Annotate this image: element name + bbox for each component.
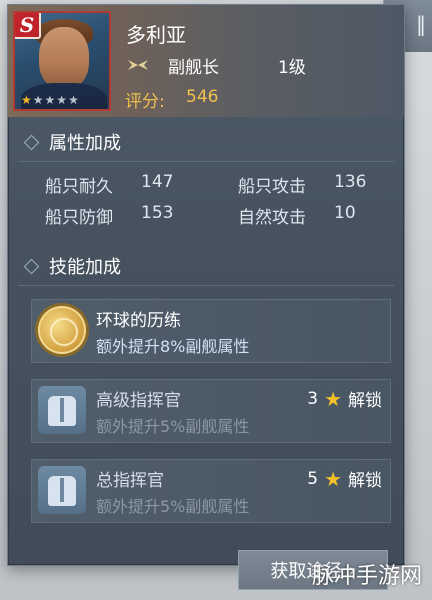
stat-nature-attack: 自然攻击 10 [238,203,356,228]
skill-description: 额外提升5%副舰属性 [96,497,250,516]
unlock-requirement: 3 ★ 解锁 [307,386,382,412]
stat-label: 船只攻击 [238,177,306,197]
diamond-icon [25,260,37,272]
hero-name: 多利亚 [126,23,186,47]
star-icon: ★ [324,386,342,411]
stat-attack: 船只攻击 136 [238,172,366,197]
skills-title-text: 技能加成 [49,257,121,278]
star-icon-empty: ★ [56,93,69,107]
skill-title: 高级指挥官 [96,391,181,411]
unlock-label: 解锁 [348,391,382,411]
hero-stars: ★★★★★ [21,93,80,107]
stat-value: 147 [141,172,174,192]
hero-level: 1级 [278,58,306,78]
star-icon-filled: ★ [21,93,33,107]
skill-title: 总指挥官 [96,471,164,491]
skill-description: 额外提升8%副舰属性 [96,337,250,356]
diamond-icon [25,136,37,148]
star-icon: ★ [324,466,342,491]
skills-section-title: 技能加成 [25,253,121,279]
background-top-right-icon: ‖ [416,12,426,36]
score-label: 评分: [125,92,165,112]
hero-details-panel: S ★★★★★ 多利亚 副舰长 1级 评分: 546 属性加成 船只耐久 147… [7,4,405,566]
stat-defense: 船只防御 153 [45,203,173,228]
globe-icon [38,306,86,354]
skill-icon-box [38,466,88,516]
score-value: 546 [186,87,219,107]
unlock-star-count: 3 [307,388,319,409]
unlock-label: 解锁 [348,471,382,491]
stat-label: 船只防御 [45,208,113,228]
stat-value: 153 [141,203,174,223]
skill-description: 额外提升5%副舰属性 [96,417,250,436]
hero-header: S ★★★★★ 多利亚 副舰长 1级 评分: 546 [8,5,404,117]
attributes-title-text: 属性加成 [49,133,121,154]
jacket-icon [38,466,86,514]
wing-icon [128,60,148,70]
attributes-section-title: 属性加成 [25,129,121,155]
skill-card[interactable]: 环球的历练 额外提升8%副舰属性 [31,299,391,363]
skill-card-locked[interactable]: 总指挥官 额外提升5%副舰属性 5 ★ 解锁 [31,459,391,523]
unlock-requirement: 5 ★ 解锁 [307,466,382,492]
stat-value: 10 [334,203,356,223]
star-icon-empty: ★ [32,93,45,107]
attributes-divider [18,161,394,162]
stat-label: 自然攻击 [238,208,306,228]
portrait-face [39,27,89,89]
unlock-star-count: 5 [307,468,319,489]
skills-divider [18,285,394,286]
hero-portrait[interactable]: S ★★★★★ [13,11,111,111]
star-icon-empty: ★ [44,93,57,107]
star-icon-empty: ★ [68,93,80,107]
stat-durability: 船只耐久 147 [45,172,173,197]
skill-icon-box [38,386,88,436]
skill-title: 环球的历练 [96,311,181,331]
hero-role: 副舰长 [168,58,219,78]
rank-badge: S [15,13,41,39]
watermark: 脉冲手游网 [311,564,422,589]
stat-value: 136 [334,172,367,192]
skill-card-locked[interactable]: 高级指挥官 额外提升5%副舰属性 3 ★ 解锁 [31,379,391,443]
stat-label: 船只耐久 [45,177,113,197]
jacket-icon [38,386,86,434]
skill-icon-box [38,306,88,356]
